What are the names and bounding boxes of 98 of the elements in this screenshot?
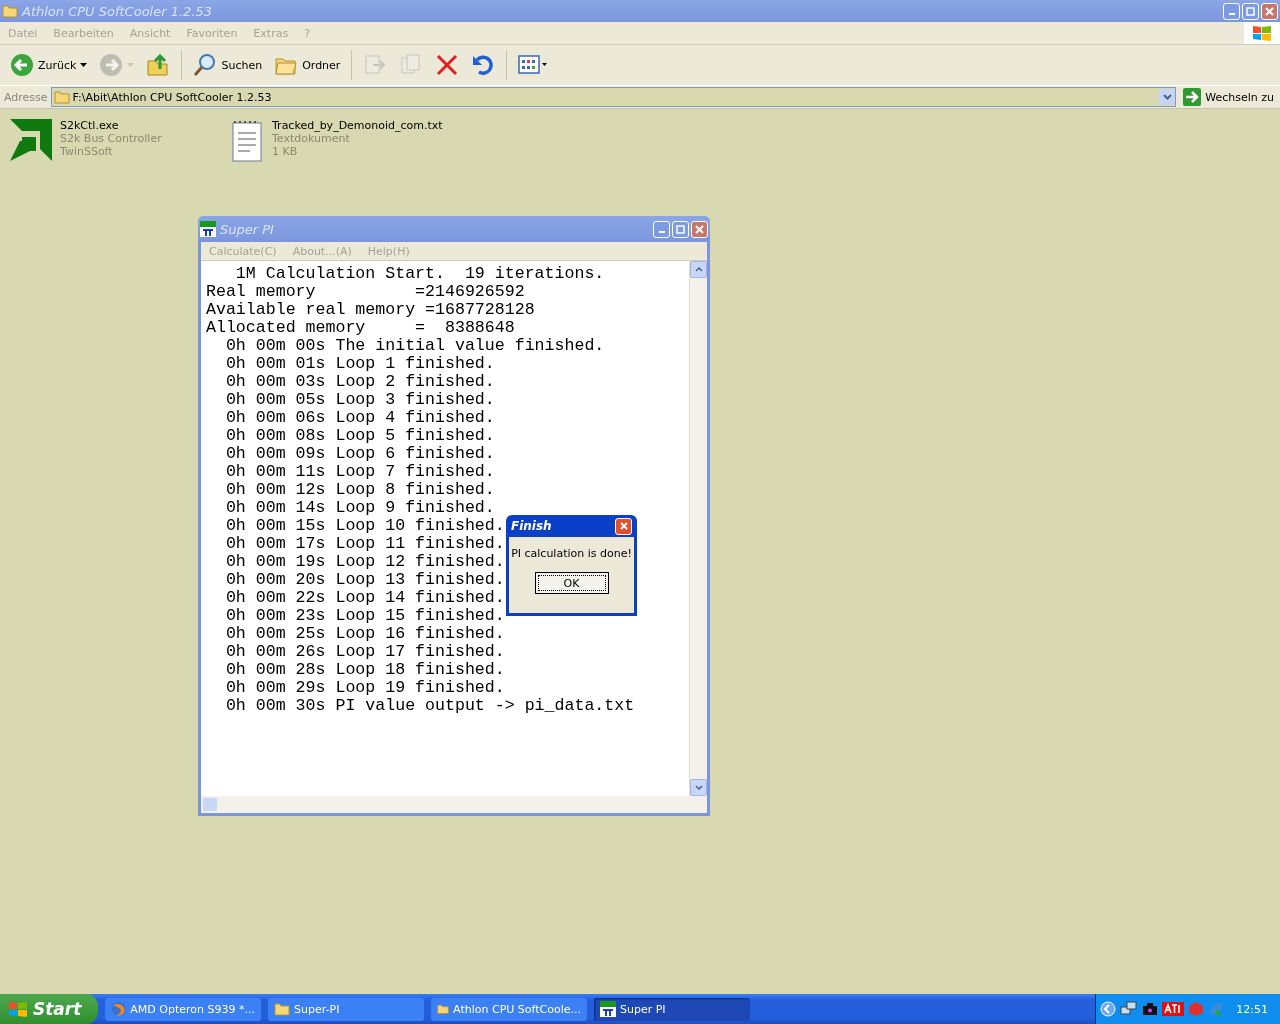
folder-up-icon [146,53,171,77]
menu-item[interactable]: Bearbeiten [45,26,122,40]
address-field[interactable]: F:\Abit\Athlon CPU SoftCooler 1.2.53 [50,87,1177,107]
text-document-icon [230,119,264,163]
menu-item[interactable]: Ansicht [121,26,179,40]
close-icon [1265,6,1274,16]
views-icon [518,53,549,77]
console-line: 0h 00m 14s Loop 9 finished. [224,499,495,517]
window-title: Athlon CPU SoftCooler 1.2.53 [22,3,214,19]
console-line: 0h 00m 19s Loop 12 finished. [224,553,505,571]
horizontal-scrollbar[interactable] [201,796,707,813]
console-line: 0h 00m 26s Loop 17 finished. [224,643,505,661]
file-item[interactable]: S2kCtl.exe S2k Bus Controller TwinSSoft [10,119,190,161]
folder-icon [2,3,18,19]
scroll-down-button[interactable] [690,779,707,796]
chevron-icon[interactable] [1100,1001,1117,1017]
program-icon [10,119,52,161]
console-line: 0h 00m 30s PI value output -> pi_data.txt [224,697,635,715]
maximize-icon [676,224,685,234]
caret-icon [80,63,88,67]
console-line: Allocated memory = 8388648 [206,319,515,337]
back-button[interactable]: Zurück [6,51,92,79]
address-label: Adresse [4,90,48,104]
windows-logo-icon [8,1000,28,1018]
maximize-icon [1246,6,1255,16]
move-to-icon [363,53,388,77]
undo-icon [471,53,496,77]
console-line: 0h 00m 06s Loop 4 finished. [224,409,495,427]
delete-icon [435,53,460,77]
file-detail: TwinSSoft [60,145,114,158]
close-icon [619,522,628,530]
menu-item[interactable]: About...(A) [284,244,360,258]
console-line: 0h 00m 28s Loop 18 finished. [224,661,505,679]
console-line: 0h 00m 15s Loop 10 finished. [224,517,505,535]
minimize-button[interactable] [1223,2,1240,20]
scroll-up-button[interactable] [690,261,707,278]
dialog-title: Finish [511,519,552,533]
globe-icon [111,1001,127,1017]
search-icon [193,53,218,77]
menu-item[interactable]: Datei [0,26,46,40]
console-line: 0h 00m 03s Loop 2 finished. [224,373,495,391]
minimize-icon [1228,13,1235,15]
console-line: 0h 00m 12s Loop 8 finished. [224,481,495,499]
console-line: 0h 00m 20s Loop 13 finished. [224,571,505,589]
console-line: 0h 00m 01s Loop 1 finished. [224,355,495,373]
menu-item[interactable]: Extras [245,26,297,40]
search-button[interactable]: Suchen [189,51,267,79]
file-item[interactable]: Tracked_by_Demonoid_com.txt Textdokument 1 KB [230,119,530,163]
arrow-icon [1183,88,1202,106]
ok-button[interactable]: OK [534,572,609,594]
file-description: S2k Bus Controller [60,132,162,145]
minimize-icon [658,231,665,233]
dialog-message: PI calculation is done! [511,547,632,560]
console-line: 0h 00m 00s The initial value finished. [224,337,605,355]
camera-icon[interactable] [1142,1002,1159,1016]
console-line: 0h 00m 17s Loop 11 finished. [224,535,505,553]
console-line: 0h 00m 11s Loop 7 finished. [224,463,495,481]
ati-logo-icon[interactable] [1162,1002,1185,1016]
close-button[interactable] [615,517,632,535]
clock: 12:51 [1236,1002,1268,1016]
maximize-button[interactable] [672,220,689,238]
folder-icon [274,1001,290,1017]
menu-item[interactable]: Calculate(C) [201,244,285,258]
console-line: 0h 00m 05s Loop 3 finished. [224,391,495,409]
file-description: Textdokument [272,132,351,145]
taskbar-button[interactable]: AMD Opteron S939 *... [105,997,261,1021]
minimize-button[interactable] [653,220,670,238]
console-line: 0h 00m 22s Loop 14 finished. [224,589,505,607]
console-line: 0h 00m 25s Loop 16 finished. [224,625,505,643]
taskbar-button[interactable]: Super PI [594,997,750,1021]
file-name: Tracked_by_Demonoid_com.txt [272,119,443,132]
start-button[interactable]: Start [0,994,98,1024]
network-icon[interactable] [1120,1001,1139,1017]
console-line: 1M Calculation Start. 19 iterations. [234,265,605,283]
pi-icon [600,1001,616,1017]
console-line: 0h 00m 08s Loop 5 finished. [224,427,495,445]
maximize-button[interactable] [1242,2,1259,20]
taskbar-button[interactable]: Super-PI [268,997,424,1021]
console-line: 0h 00m 09s Loop 6 finished. [224,445,495,463]
console-line: 0h 00m 29s Loop 19 finished. [224,679,505,697]
menu-item[interactable]: ? [296,26,318,40]
vertical-scrollbar[interactable] [689,261,707,796]
file-detail: 1 KB [272,145,299,158]
console-line: Available real memory =1687728128 [206,301,535,319]
go-button[interactable]: Wechseln zu [1179,88,1278,106]
window-title: Super PI [220,221,275,237]
menu-item[interactable]: Favoriten [178,26,246,40]
file-name: S2kCtl.exe [60,119,120,132]
folders-button[interactable]: Ordner [270,51,345,79]
console-line: 0h 00m 23s Loop 15 finished. [224,607,505,625]
caret-icon [127,63,135,67]
menu-item[interactable]: Help(H) [359,244,418,258]
folder-icon [53,89,70,105]
taskbar-button[interactable]: Athlon CPU SoftCoole... [431,997,587,1021]
cube-icon[interactable] [1188,1001,1205,1017]
close-icon [695,224,704,234]
pi-icon [200,221,216,237]
console-line: Real memory =2146926592 [206,283,525,301]
